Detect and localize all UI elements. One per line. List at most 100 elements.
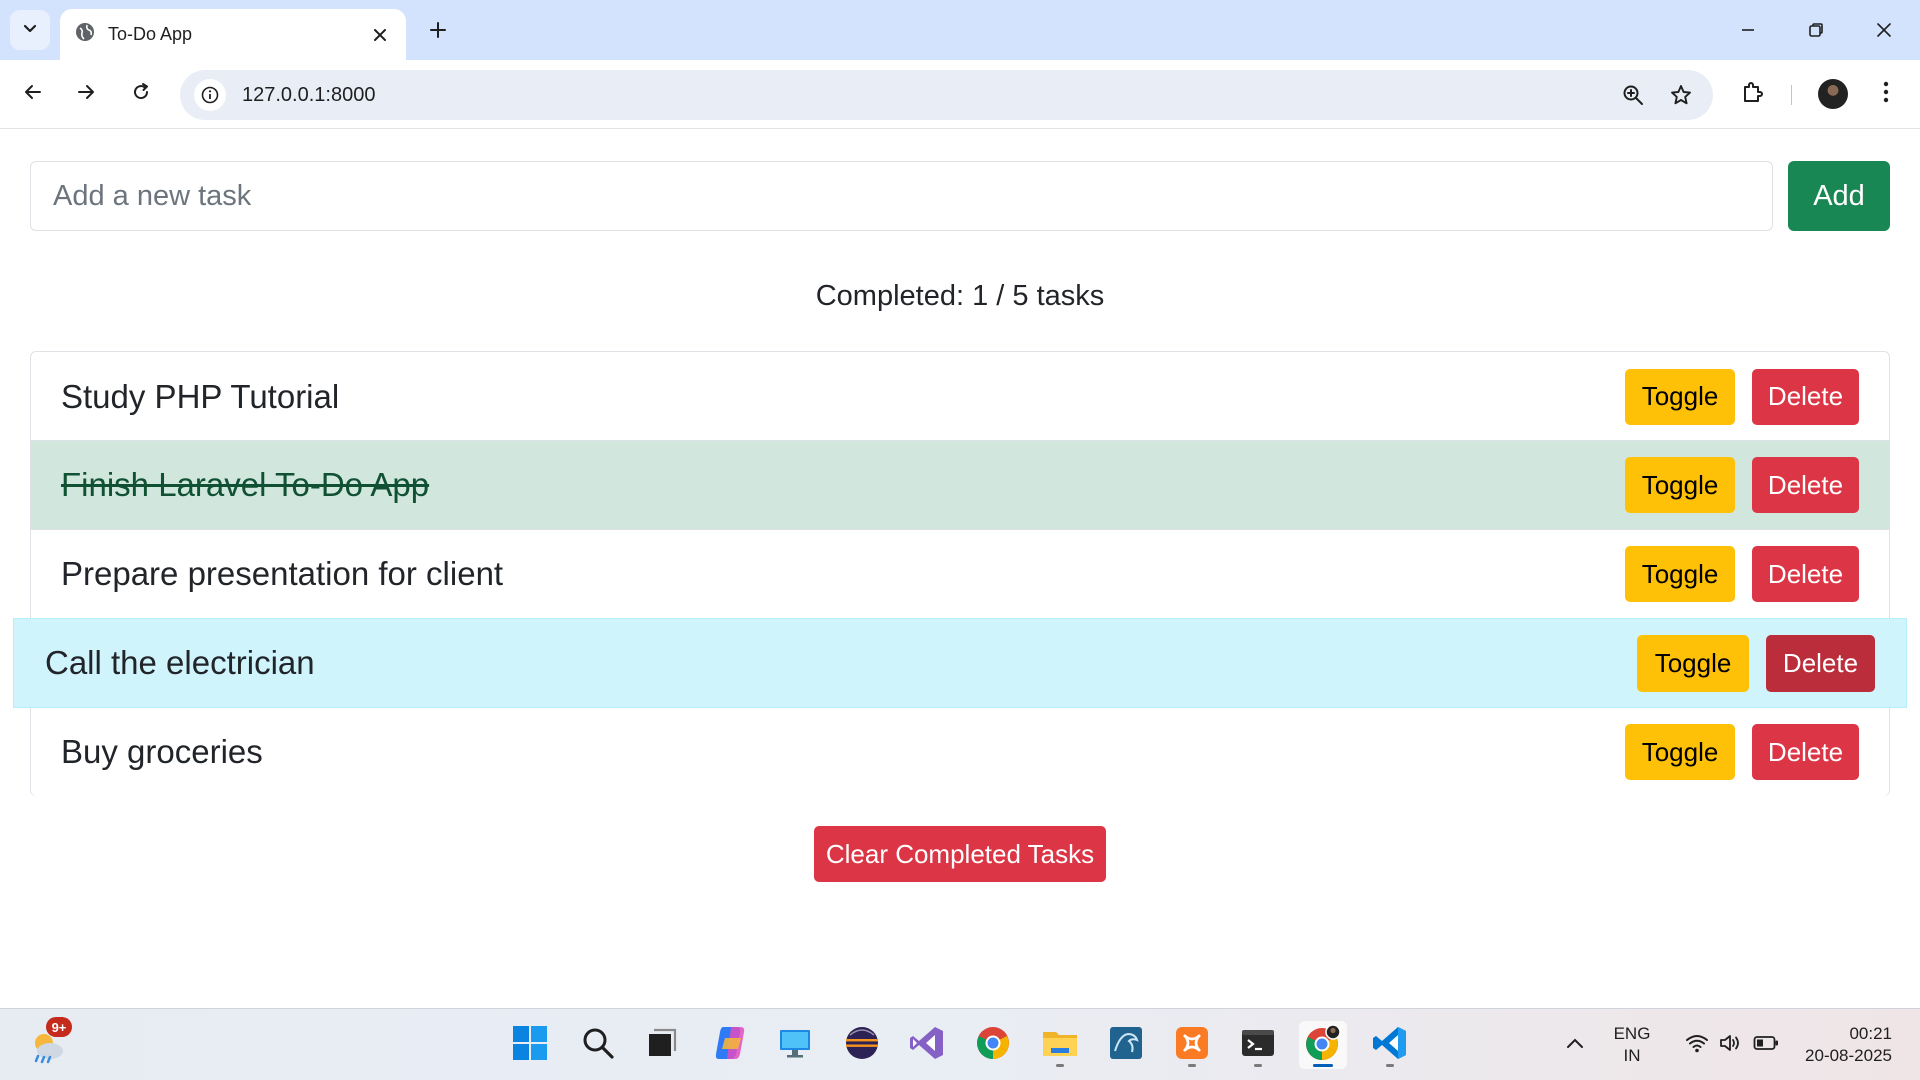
running-indicator: [1188, 1064, 1196, 1067]
tab-strip: To-Do App: [0, 0, 1920, 60]
chrome-button[interactable]: [969, 1021, 1017, 1069]
completed-counter: Completed: 1 / 5 tasks: [815, 280, 1105, 312]
more-vertical-icon: [1883, 81, 1889, 108]
reload-button[interactable]: [121, 74, 161, 114]
taskbar: 9+ ENG IN 00:21 20-08-2025: [0, 1008, 1920, 1080]
browser-menu-button[interactable]: [1866, 74, 1906, 114]
chrome-profile-button[interactable]: [1299, 1021, 1347, 1069]
globe-icon: [74, 21, 96, 48]
delete-button[interactable]: Delete: [1752, 457, 1859, 513]
add-task-button[interactable]: Add: [1788, 161, 1890, 231]
eclipse-icon: [844, 1025, 880, 1066]
tab-title: To-Do App: [108, 24, 193, 44]
task-item: Buy groceries Toggle Delete: [31, 707, 1889, 796]
address-bar[interactable]: 127.0.0.1:8000: [180, 70, 1713, 120]
toggle-button[interactable]: Toggle: [1625, 724, 1735, 780]
clock-time: 00:21: [1849, 1024, 1892, 1043]
close-window-button[interactable]: [1862, 12, 1906, 48]
terminal-icon: [1240, 1025, 1276, 1066]
input-language-indicator[interactable]: ENG IN: [1600, 1009, 1664, 1080]
language-code: ENG: [1613, 1024, 1651, 1043]
file-explorer-button[interactable]: [1036, 1021, 1084, 1069]
terminal-button[interactable]: [1234, 1021, 1282, 1069]
task-item: Prepare presentation for client Toggle D…: [31, 529, 1889, 618]
new-task-input[interactable]: [30, 161, 1773, 231]
task-title: Buy groceries: [61, 733, 263, 770]
toggle-button[interactable]: Toggle: [1625, 546, 1735, 602]
running-indicator: [1386, 1064, 1394, 1067]
task-title: Study PHP Tutorial: [61, 377, 340, 415]
delete-button[interactable]: Delete: [1766, 634, 1875, 692]
url-text: 127.0.0.1:8000: [242, 83, 376, 106]
xampp-button[interactable]: [1168, 1021, 1216, 1069]
minimize-button[interactable]: [1726, 12, 1770, 48]
toggle-button[interactable]: Toggle: [1625, 368, 1735, 425]
toolbar-separator: [1791, 85, 1792, 105]
search-icon: [581, 1026, 615, 1065]
weather-widget[interactable]: 9+: [28, 1017, 72, 1065]
zoom-icon[interactable]: [1615, 77, 1651, 113]
site-info-icon[interactable]: [194, 79, 226, 111]
tab-search-button[interactable]: [10, 10, 50, 50]
mysql-workbench-icon: [1108, 1025, 1144, 1066]
running-indicator: [1254, 1064, 1262, 1067]
reload-icon: [131, 82, 151, 107]
start-button[interactable]: [506, 1021, 554, 1069]
extensions-button[interactable]: [1733, 74, 1773, 114]
avatar: [1818, 79, 1848, 109]
language-region: IN: [1623, 1046, 1641, 1065]
clock[interactable]: 00:21 20-08-2025: [1792, 1009, 1892, 1080]
delete-button[interactable]: Delete: [1752, 546, 1859, 602]
restore-button[interactable]: [1794, 12, 1838, 48]
running-indicator: [1313, 1064, 1333, 1067]
notification-badge: 9+: [46, 1017, 72, 1037]
file-explorer-icon: [1041, 1024, 1079, 1067]
profile-button[interactable]: [1813, 74, 1853, 114]
volume-icon: [1719, 1033, 1743, 1058]
forward-button[interactable]: [66, 74, 106, 114]
task-title: Prepare presentation for client: [61, 555, 504, 592]
chevron-up-icon: [1566, 1036, 1584, 1054]
delete-button[interactable]: Delete: [1752, 724, 1859, 780]
todo-page: Add Completed: 1 / 5 tasks Study PHP Tut…: [0, 130, 1920, 1008]
visual-studio-icon: [909, 1025, 945, 1066]
puzzle-icon: [1741, 80, 1765, 109]
delete-button[interactable]: Delete: [1752, 368, 1859, 425]
clear-completed-button[interactable]: Clear Completed Tasks: [814, 826, 1106, 882]
close-tab-icon[interactable]: [368, 23, 392, 47]
taskbar-search-button[interactable]: [574, 1021, 622, 1069]
toggle-button[interactable]: Toggle: [1637, 634, 1749, 692]
arrow-left-icon: [23, 82, 43, 107]
back-button[interactable]: [13, 74, 53, 114]
chrome-icon: [975, 1025, 1011, 1066]
copilot-icon: [711, 1024, 749, 1067]
remote-desktop-icon: [777, 1025, 813, 1066]
show-hidden-icons-button[interactable]: [1560, 1009, 1590, 1080]
eclipse-button[interactable]: [838, 1021, 886, 1069]
weather-icon: [28, 1034, 70, 1069]
task-title: Finish Laravel To-Do App: [61, 466, 430, 503]
chevron-down-icon: [22, 20, 38, 41]
quick-settings-button[interactable]: [1672, 1009, 1792, 1080]
task-list: Study PHP Tutorial Toggle Delete Finish …: [13, 351, 1907, 796]
remote-desktop-button[interactable]: [771, 1021, 819, 1069]
task-title: Call the electrician: [45, 644, 315, 681]
task-view-icon: [646, 1027, 678, 1064]
running-indicator: [1056, 1064, 1064, 1067]
vscode-button[interactable]: [1366, 1021, 1414, 1069]
new-tab-button[interactable]: [422, 14, 454, 46]
mysql-workbench-button[interactable]: [1102, 1021, 1150, 1069]
browser-tab[interactable]: To-Do App: [60, 9, 406, 60]
clock-date: 20-08-2025: [1805, 1046, 1892, 1065]
bookmark-star-icon[interactable]: [1663, 77, 1699, 113]
task-item-completed: Finish Laravel To-Do App Toggle Delete: [31, 440, 1889, 529]
xampp-icon: [1174, 1025, 1210, 1066]
copilot-button[interactable]: [706, 1021, 754, 1069]
toggle-button[interactable]: Toggle: [1625, 457, 1735, 513]
vscode-icon: [1372, 1025, 1408, 1066]
task-view-button[interactable]: [638, 1021, 686, 1069]
arrow-right-icon: [76, 82, 96, 107]
task-item: Study PHP Tutorial Toggle Delete: [31, 352, 1889, 441]
battery-icon: [1753, 1035, 1779, 1056]
visual-studio-button[interactable]: [903, 1021, 951, 1069]
